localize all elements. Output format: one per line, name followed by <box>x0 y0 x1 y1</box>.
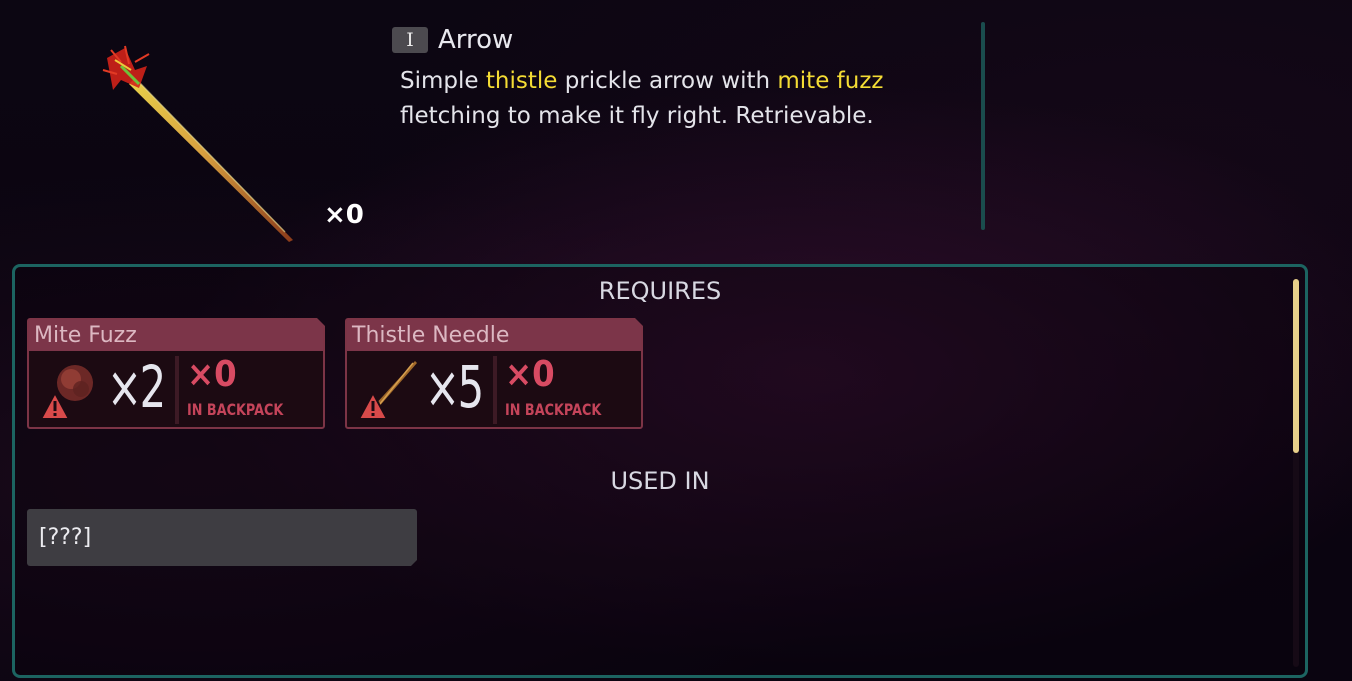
crafting-detail-screen: ×0 I Arrow Simple thistle prickle arrow … <box>0 0 1352 681</box>
ingredient-name: Mite Fuzz <box>29 320 323 351</box>
item-name: Arrow <box>438 25 514 55</box>
ingredient-card-mite-fuzz[interactable]: Mite Fuzz ×2 ×0 IN BACKPACK <box>27 318 325 429</box>
description-text: prickle arrow with <box>557 68 778 94</box>
used-in-title: USED IN <box>610 467 710 495</box>
thistle-needle-icon <box>355 357 421 423</box>
needed-quantity: ×2 <box>107 353 164 421</box>
in-backpack-label: IN BACKPACK <box>187 400 284 419</box>
header-divider <box>981 22 985 230</box>
description-text: fletching to make it fly right. Retrieva… <box>400 103 874 129</box>
mite-fuzz-icon <box>37 357 103 423</box>
arrow-icon <box>102 45 293 242</box>
needed-quantity: ×5 <box>425 353 482 421</box>
item-description: Simple thistle prickle arrow with mite f… <box>400 64 960 134</box>
requires-title: REQUIRES <box>598 277 722 305</box>
backpack-quantity: ×0 <box>505 354 555 395</box>
description-highlight-mite-fuzz: mite fuzz <box>777 68 884 94</box>
item-owned-count: ×0 <box>324 200 364 230</box>
ingredient-card-thistle-needle[interactable]: Thistle Needle ×5 ×0 IN BACKPACK <box>345 318 643 429</box>
description-highlight-thistle: thistle <box>485 68 558 94</box>
card-separator <box>493 356 497 424</box>
card-separator <box>175 356 179 424</box>
used-in-item-unknown[interactable]: [???] <box>27 509 417 566</box>
backpack-quantity: ×0 <box>187 354 237 395</box>
description-text: Simple <box>400 68 486 94</box>
tier-badge: I <box>392 27 428 53</box>
in-backpack-label: IN BACKPACK <box>505 400 602 419</box>
item-title-row: I Arrow <box>392 24 513 56</box>
ingredient-name: Thistle Needle <box>347 320 641 351</box>
recipe-panel: REQUIRES Mite Fuzz ×2 ×0 IN BACKPACK Thi… <box>12 264 1308 678</box>
scrollbar-thumb[interactable] <box>1293 279 1299 453</box>
